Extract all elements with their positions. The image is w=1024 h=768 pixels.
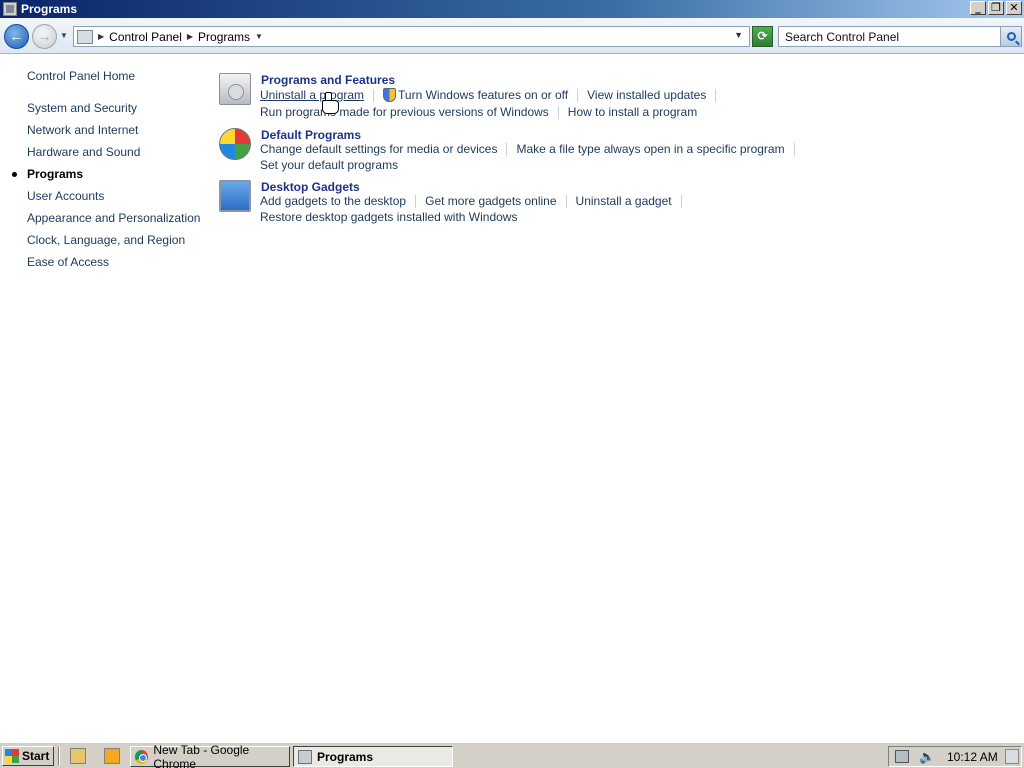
sidebar-item-hardware-sound[interactable]: Hardware and Sound [27, 145, 140, 159]
taskbar-button-label: New Tab - Google Chrome [153, 742, 250, 768]
address-toolbar: ← → ▼ ▶ Control Panel ▶ Programs ▼ ▼ ⟳ [0, 18, 1024, 54]
active-bullet-icon [12, 172, 17, 177]
control-panel-icon [3, 2, 17, 16]
minimize-button[interactable]: _ [970, 1, 986, 15]
clock[interactable]: 10:12 AM [947, 750, 998, 764]
sidebar-item-system-security[interactable]: System and Security [27, 101, 137, 115]
chevron-down-icon[interactable]: ▼ [255, 32, 263, 41]
link-divider [793, 142, 795, 156]
recent-pages-dropdown[interactable]: ▼ [60, 31, 68, 40]
breadcrumb-programs[interactable]: Programs [198, 30, 250, 44]
taskbar-button-programs[interactable]: Programs [293, 746, 453, 767]
set-default-programs-link[interactable]: Set your default programs [260, 158, 398, 172]
window-controls: _ ❐ ✕ [970, 1, 1022, 15]
breadcrumb-control-panel[interactable]: Control Panel [109, 30, 182, 44]
add-gadgets-link[interactable]: Add gadgets to the desktop [260, 194, 406, 208]
search-input[interactable] [781, 28, 999, 45]
magnifier-icon [1006, 32, 1016, 41]
back-button[interactable]: ← [4, 24, 29, 49]
chevron-right-icon[interactable]: ▶ [98, 32, 104, 41]
network-icon[interactable] [895, 750, 909, 763]
file-type-association-link[interactable]: Make a file type always open in a specif… [516, 142, 784, 156]
default-programs-links-row-1: Change default settings for media or dev… [260, 142, 804, 156]
restore-button[interactable]: ❐ [988, 1, 1004, 15]
sidebar-item-network-internet[interactable]: Network and Internet [27, 123, 138, 137]
link-divider [715, 88, 717, 102]
restore-gadgets-link[interactable]: Restore desktop gadgets installed with W… [260, 210, 517, 224]
show-desktop-icon[interactable] [1005, 749, 1019, 764]
uninstall-gadget-link[interactable]: Uninstall a gadget [576, 194, 672, 208]
folder-icon[interactable] [70, 748, 86, 764]
link-divider [415, 194, 417, 208]
search-button[interactable] [1000, 27, 1021, 46]
change-media-defaults-link[interactable]: Change default settings for media or dev… [260, 142, 497, 156]
start-label: Start [22, 749, 50, 763]
refresh-button[interactable]: ⟳ [752, 26, 773, 47]
quick-launch-divider [58, 747, 60, 765]
view-installed-updates-link[interactable]: View installed updates [587, 88, 706, 102]
sidebar-item-clock-language-region[interactable]: Clock, Language, and Region [27, 233, 185, 247]
windows-features-link[interactable]: Turn Windows features on or off [398, 88, 568, 102]
system-tray: 🔈 10:12 AM [888, 746, 1022, 767]
forward-button[interactable]: → [32, 24, 57, 49]
chrome-icon [135, 749, 149, 764]
control-panel-icon [77, 29, 93, 44]
window-title: Programs [21, 2, 78, 16]
windows-logo-icon [5, 749, 19, 763]
run-previous-versions-link[interactable]: Run programs made for previous versions … [260, 105, 549, 119]
link-divider [680, 194, 682, 208]
close-button[interactable]: ✕ [1006, 1, 1022, 15]
get-more-gadgets-link[interactable]: Get more gadgets online [425, 194, 556, 208]
link-divider [577, 88, 579, 102]
link-divider [373, 88, 375, 102]
link-divider [557, 105, 559, 119]
link-divider [565, 194, 567, 208]
refresh-icon: ⟳ [757, 29, 768, 43]
sidebar-item-ease-of-access[interactable]: Ease of Access [27, 255, 109, 269]
taskbar-button-label: Programs [317, 749, 374, 764]
control-panel-icon [298, 749, 312, 764]
sidebar-item-user-accounts[interactable]: User Accounts [27, 189, 104, 203]
uninstall-program-link[interactable]: Uninstall a program [260, 88, 364, 102]
default-programs-links-row-2: Set your default programs [260, 158, 398, 172]
start-button[interactable]: Start [2, 746, 54, 766]
title-bar: Programs _ ❐ ✕ [0, 0, 1024, 18]
search-box[interactable] [778, 26, 1022, 47]
sidebar-item-programs[interactable]: Programs [27, 167, 83, 181]
media-player-icon[interactable] [104, 748, 120, 764]
desktop-gadgets-links-row-2: Restore desktop gadgets installed with W… [260, 210, 517, 224]
how-to-install-link[interactable]: How to install a program [568, 105, 697, 119]
sidebar-item-appearance[interactable]: Appearance and Personalization [27, 211, 200, 225]
taskbar: Start New Tab - Google Chrome Programs 🔈… [0, 742, 1024, 768]
desktop-gadgets-title[interactable]: Desktop Gadgets [261, 180, 360, 194]
link-divider [506, 142, 508, 156]
control-panel-home-link[interactable]: Control Panel Home [27, 69, 135, 83]
address-history-dropdown[interactable]: ▼ [734, 30, 743, 40]
taskbar-button-chrome[interactable]: New Tab - Google Chrome [130, 742, 290, 768]
volume-icon[interactable]: 🔈 [919, 749, 935, 765]
default-programs-icon[interactable] [219, 128, 251, 160]
programs-features-title[interactable]: Programs and Features [261, 73, 395, 87]
programs-features-icon[interactable] [219, 73, 251, 105]
chevron-right-icon[interactable]: ▶ [187, 32, 193, 41]
default-programs-title[interactable]: Default Programs [261, 128, 361, 142]
shield-icon [383, 88, 397, 102]
desktop-gadgets-icon[interactable] [219, 180, 251, 212]
desktop-gadgets-links-row-1: Add gadgets to the desktop Get more gadg… [260, 194, 691, 208]
address-box[interactable]: ▶ Control Panel ▶ Programs ▼ ▼ [73, 26, 750, 47]
